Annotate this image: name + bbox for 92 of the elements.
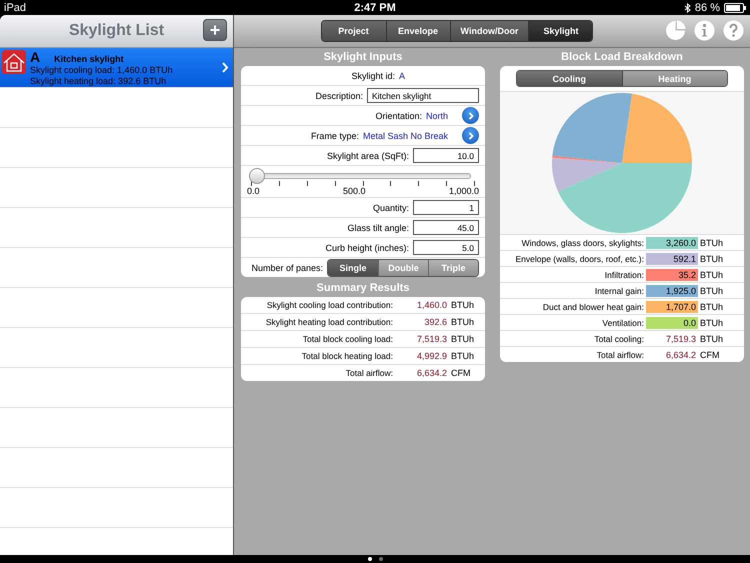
tick-label: 1,000.0 <box>448 186 479 196</box>
pie-chart-icon[interactable] <box>665 20 686 41</box>
input-field[interactable]: 1 <box>413 200 479 215</box>
disclosure-button[interactable] <box>462 127 479 144</box>
tick-label: 500.0 <box>342 186 366 196</box>
result-label: Skylight cooling load contribution: <box>266 300 393 310</box>
info-icon[interactable] <box>694 20 715 41</box>
item-id: A <box>30 48 40 64</box>
breakdown-label: Total cooling: <box>593 334 644 344</box>
section-title: Summary Results <box>316 281 410 296</box>
total-value: 7,519.3 <box>664 332 697 344</box>
item-detail: Skylight cooling load: 1,460.0 BTUh <box>30 64 174 76</box>
breakdown-label: Total airflow: <box>596 350 644 360</box>
picker-value: North <box>426 110 448 120</box>
disclosure-button[interactable] <box>462 107 479 124</box>
battery-percent: 86 % <box>694 2 720 14</box>
house-icon <box>2 50 26 74</box>
add-button[interactable]: + <box>203 19 227 41</box>
slider-thumb[interactable] <box>249 168 266 184</box>
result-label: Total airflow: <box>344 368 393 378</box>
input-field[interactable]: 45.0 <box>413 220 479 235</box>
field-label: Curb height (inches): <box>325 242 409 252</box>
help-icon[interactable] <box>723 20 744 41</box>
unit-label: BTUh <box>451 317 476 327</box>
unit-label: BTUh <box>700 334 724 344</box>
chevron-icon <box>221 62 229 73</box>
section-title: Block Load Breakdown <box>560 50 684 65</box>
unit-label: BTUh <box>700 238 724 248</box>
field-label: Frame type: <box>310 130 359 140</box>
tab[interactable]: Window/Door <box>450 21 528 41</box>
unit-label: BTUh <box>700 318 724 328</box>
legend-value: 1,925.0 <box>646 284 698 296</box>
chevron-icon <box>466 112 474 120</box>
unit-label: BTUh <box>700 254 724 264</box>
page-dot[interactable] <box>378 557 382 561</box>
list-title: Skylight List <box>68 22 164 40</box>
segment-button[interactable]: Single <box>328 260 378 276</box>
tab[interactable]: Skylight <box>528 21 592 41</box>
result-label: Total block heating load: <box>300 351 393 361</box>
breakdown-label: Duct and blower heat gain: <box>542 302 644 312</box>
bluetooth-icon <box>684 2 691 12</box>
breakdown-label: Ventilation: <box>601 318 644 328</box>
input-field[interactable]: 5.0 <box>413 240 479 255</box>
field-label: Description: <box>315 90 363 100</box>
unit-label: CFM <box>451 368 472 378</box>
item-name: Kitchen skylight <box>54 54 124 64</box>
result-value: 7,519.3 <box>416 334 447 344</box>
section-title: Skylight Inputs <box>322 50 404 65</box>
legend-value: 0.0 <box>646 316 698 328</box>
result-value: 1,460.0 <box>416 300 447 310</box>
field-label: Skylight id: <box>351 70 395 80</box>
breakdown-label: Infiltration: <box>604 270 644 280</box>
page-dot[interactable] <box>368 557 372 561</box>
chevron-icon <box>466 132 474 140</box>
field-label: Skylight area (SqFt): <box>326 150 409 160</box>
clock: 2:47 PM <box>354 2 396 14</box>
unit-label: BTUh <box>451 351 476 361</box>
unit-label: BTUh <box>700 270 724 280</box>
legend-value: 1,707.0 <box>646 300 698 312</box>
tick-label: 0.0 <box>247 186 260 196</box>
picker-value: Metal Sash No Break <box>362 130 448 140</box>
field-label: Number of panes: <box>251 262 323 272</box>
list-item[interactable]: A Kitchen skylight Skylight cooling load: 1,460.0 BTUh Skylight heating load: 392.6 BTUh <box>0 48 233 88</box>
result-label: Skylight heating load contribution: <box>264 317 393 327</box>
unit-label: BTUh <box>451 300 476 310</box>
tab[interactable]: Envelope <box>386 21 450 41</box>
breakdown-label: Envelope (walls, doors, roof, etc.): <box>514 254 644 264</box>
unit-label: BTUh <box>451 334 476 344</box>
input-field[interactable]: Kitchen skylight <box>367 88 479 103</box>
result-value: 392.6 <box>423 317 447 327</box>
legend-value: 592.1 <box>646 252 698 264</box>
result-value: 6,634.2 <box>416 368 447 378</box>
total-value: 6,634.2 <box>664 348 697 360</box>
legend-value: 35.2 <box>646 268 698 280</box>
result-value: 4,992.9 <box>416 351 447 361</box>
field-label: Orientation: <box>375 110 422 120</box>
field-label: Glass tilt angle: <box>347 222 409 232</box>
input-field[interactable]: 10.0 <box>413 148 479 163</box>
breakdown-label: Windows, glass doors, skylights: <box>520 238 644 248</box>
result-label: Total block cooling load: <box>302 334 393 344</box>
legend-value: 3,260.0 <box>646 236 698 248</box>
unit-label: CFM <box>700 350 720 360</box>
tab[interactable]: Project <box>322 21 386 41</box>
item-detail: Skylight heating load: 392.6 BTUh <box>30 76 168 86</box>
segment-button[interactable]: Cooling <box>517 71 622 86</box>
device-name: iPad <box>4 2 28 14</box>
breakdown-label: Internal gain: <box>594 286 644 296</box>
field-label: Quantity: <box>372 202 409 212</box>
unit-label: BTUh <box>700 286 724 296</box>
skylight-id: A <box>398 70 405 80</box>
battery-icon <box>724 2 746 12</box>
unit-label: BTUh <box>700 302 724 312</box>
